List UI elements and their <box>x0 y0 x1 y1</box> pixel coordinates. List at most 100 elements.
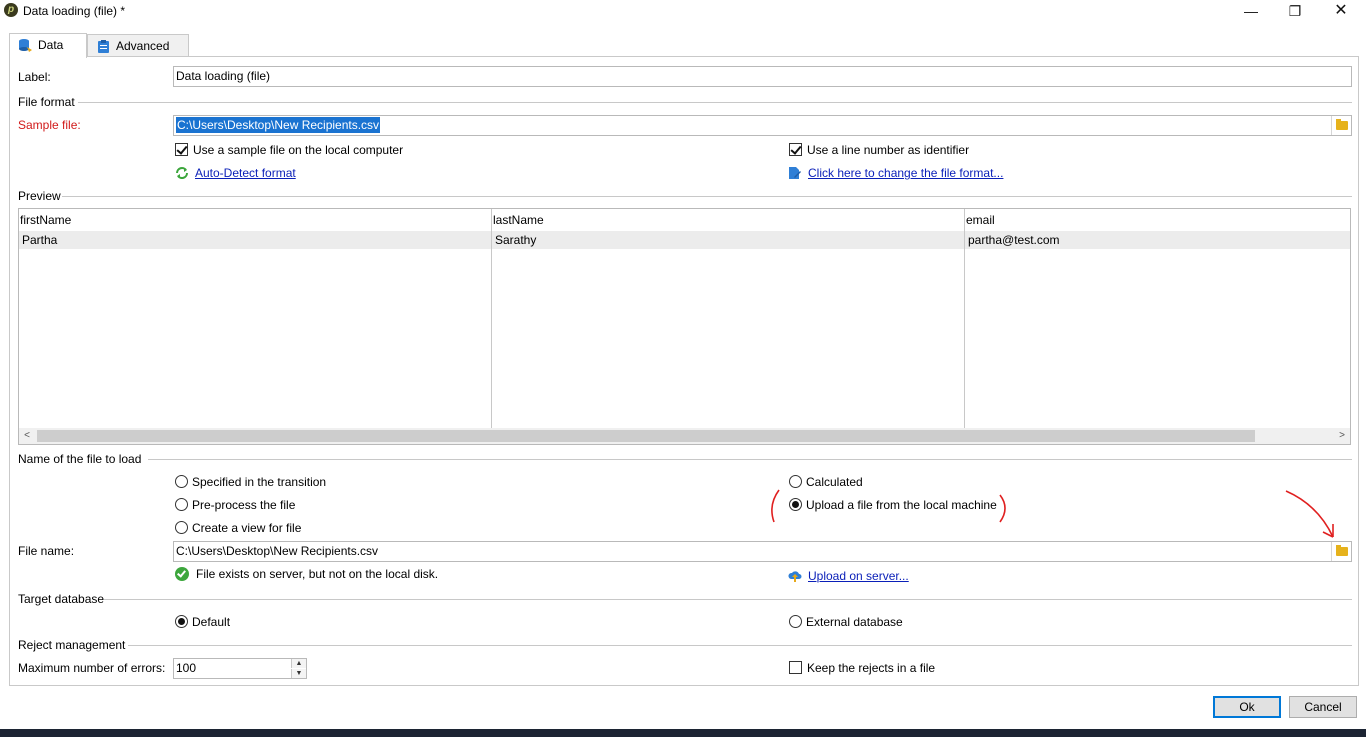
change-file-format-link[interactable]: Click here to change the file format... <box>788 166 1003 180</box>
radio-dot <box>175 475 188 488</box>
radio-label: External database <box>806 615 903 629</box>
folder-icon <box>1336 119 1348 130</box>
radio-external-database[interactable]: External database <box>789 615 903 629</box>
radio-dot <box>789 475 802 488</box>
checkbox-box <box>789 143 802 156</box>
minimize-button[interactable]: — <box>1228 0 1274 24</box>
cloud-upload-icon <box>788 571 802 582</box>
max-errors-value: 100 <box>176 661 197 675</box>
window-title: Data loading (file) * <box>23 4 126 18</box>
title-bar: p Data loading (file) * — ❐ ✕ <box>0 0 1366 24</box>
file-to-load-title: Name of the file to load <box>18 452 142 466</box>
target-database-title: Target database <box>18 592 105 606</box>
section-divider <box>78 102 1352 103</box>
column-header[interactable]: firstName <box>20 213 71 227</box>
radio-label: Calculated <box>806 475 863 489</box>
file-format-section: File format <box>18 95 1352 109</box>
section-divider <box>148 459 1352 460</box>
max-errors-label: Maximum number of errors: <box>18 661 166 675</box>
scroll-left-button[interactable]: < <box>19 428 35 444</box>
use-line-number-checkbox[interactable]: Use a line number as identifier <box>789 143 969 157</box>
radio-specified-in-transition[interactable]: Specified in the transition <box>175 475 326 489</box>
horizontal-scrollbar[interactable]: < > <box>19 428 1350 444</box>
keep-rejects-label: Keep the rejects in a file <box>807 661 936 675</box>
upload-on-server-link[interactable]: Upload on server... <box>788 569 909 583</box>
radio-dot <box>175 521 188 534</box>
reject-management-title: Reject management <box>18 638 126 652</box>
maximize-button[interactable]: ❐ <box>1272 0 1318 24</box>
radio-default-database[interactable]: Default <box>175 615 230 629</box>
edit-document-icon <box>789 167 801 179</box>
close-button[interactable]: ✕ <box>1318 0 1364 24</box>
radio-label: Specified in the transition <box>192 475 327 489</box>
file-format-title: File format <box>18 95 75 109</box>
sample-file-browse-button[interactable] <box>1331 116 1351 135</box>
preview-section: Preview <box>18 189 1352 203</box>
folder-icon <box>1336 545 1348 556</box>
tab-data-label: Data <box>38 38 64 52</box>
table-column-firstname: firstName Partha <box>19 209 492 429</box>
table-column-email: email partha@test.com <box>965 209 1350 429</box>
checkbox-box <box>789 661 802 674</box>
file-to-load-section: Name of the file to load <box>18 452 1352 466</box>
column-header[interactable]: email <box>966 213 995 227</box>
auto-detect-format-link[interactable]: Auto-Detect format <box>175 166 296 180</box>
table-cell: Sarathy <box>495 233 537 247</box>
max-errors-stepper[interactable]: 100 ▲ ▼ <box>173 658 307 679</box>
scroll-right-button[interactable]: > <box>1334 428 1350 444</box>
taskbar <box>0 729 1366 737</box>
use-sample-local-checkbox[interactable]: Use a sample file on the local computer <box>175 143 403 157</box>
label-field-label: Label: <box>18 70 51 84</box>
tab-data[interactable]: Data <box>9 33 87 58</box>
use-sample-local-label: Use a sample file on the local computer <box>193 143 404 157</box>
change-file-format-label: Click here to change the file format... <box>808 166 1004 180</box>
label-input[interactable]: Data loading (file) <box>173 66 1352 87</box>
preview-table[interactable]: firstName Partha lastName Sarathy email … <box>18 208 1351 445</box>
check-circle-icon <box>175 567 189 581</box>
radio-create-view[interactable]: Create a view for file <box>175 521 301 535</box>
radio-dot <box>789 615 802 628</box>
tab-advanced-label: Advanced <box>116 39 170 53</box>
radio-calculated[interactable]: Calculated <box>789 475 863 489</box>
target-database-section: Target database <box>18 592 1352 606</box>
file-name-label: File name: <box>18 544 75 558</box>
section-divider <box>62 196 1352 197</box>
section-divider <box>104 599 1352 600</box>
radio-label: Pre-process the file <box>192 498 296 512</box>
stepper-up-button[interactable]: ▲ <box>291 659 306 668</box>
scrollbar-thumb[interactable] <box>37 430 1255 442</box>
sample-file-value: C:\Users\Desktop\New Recipients.csv <box>176 117 381 133</box>
radio-upload-local[interactable]: Upload a file from the local machine <box>789 498 997 512</box>
keep-rejects-checkbox[interactable]: Keep the rejects in a file <box>789 661 935 675</box>
table-cell: Partha <box>22 233 58 247</box>
app-icon: p <box>4 3 18 17</box>
file-name-value: C:\Users\Desktop\New Recipients.csv <box>176 544 379 558</box>
table-column-lastname: lastName Sarathy <box>492 209 965 429</box>
cancel-button[interactable]: Cancel <box>1289 696 1357 718</box>
checkbox-box <box>175 143 188 156</box>
file-name-input[interactable]: C:\Users\Desktop\New Recipients.csv <box>173 541 1352 562</box>
table-cell: partha@test.com <box>968 233 1060 247</box>
reject-management-section: Reject management <box>18 638 1352 652</box>
radio-label: Create a view for file <box>192 521 302 535</box>
radio-label: Default <box>192 615 231 629</box>
sample-file-input[interactable]: C:\Users\Desktop\New Recipients.csv <box>173 115 1352 136</box>
file-status-text: File exists on server, but not on the lo… <box>196 567 439 581</box>
preview-title: Preview <box>18 189 61 203</box>
upload-on-server-label: Upload on server... <box>808 569 909 583</box>
stepper-down-button[interactable]: ▼ <box>291 669 306 678</box>
radio-label: Upload a file from the local machine <box>806 498 997 512</box>
auto-detect-format-label: Auto-Detect format <box>195 166 296 180</box>
section-divider <box>128 645 1352 646</box>
radio-pre-process[interactable]: Pre-process the file <box>175 498 295 512</box>
sample-file-label: Sample file: <box>18 118 81 132</box>
use-line-number-label: Use a line number as identifier <box>807 143 970 157</box>
ok-button[interactable]: Ok <box>1213 696 1281 718</box>
radio-dot <box>175 615 188 628</box>
tab-advanced[interactable]: Advanced <box>87 34 189 57</box>
radio-dot <box>789 498 802 511</box>
file-name-browse-button[interactable] <box>1331 542 1351 561</box>
column-header[interactable]: lastName <box>493 213 544 227</box>
clipboard-icon <box>98 40 109 53</box>
radio-dot <box>175 498 188 511</box>
